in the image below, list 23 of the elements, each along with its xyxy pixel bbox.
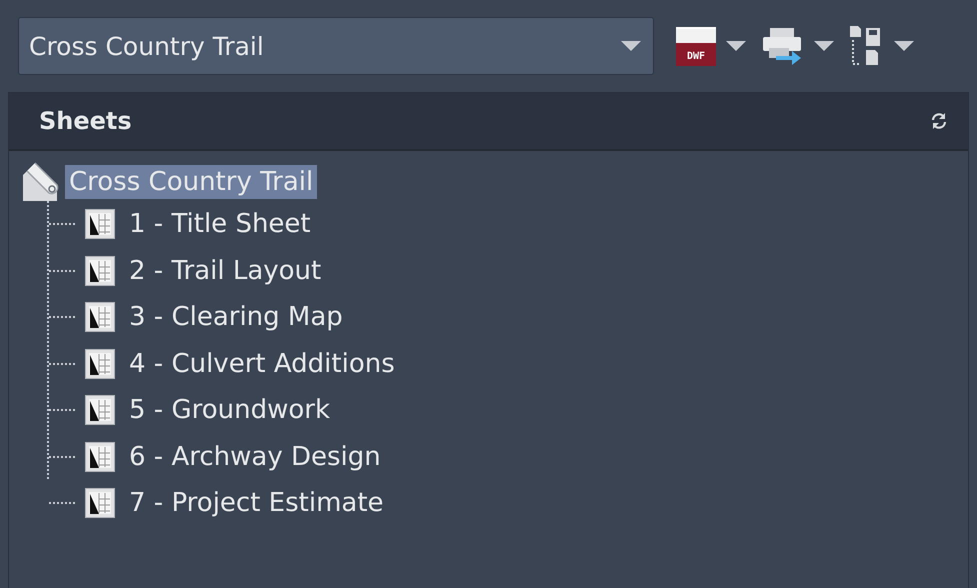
sheet-icon [85,256,115,286]
tree-node[interactable]: 1 - Title Sheet [125,207,315,242]
print-icon[interactable] [760,26,804,66]
caret-icon[interactable] [726,41,746,51]
sheet-icon [85,348,115,379]
tree-node[interactable]: 2 - Trail Layout [125,254,326,288]
tree-node[interactable]: 3 - Clearing Map [125,300,347,334]
sheet-icon [85,488,115,518]
sheet-set-dropdown[interactable]: Cross Country Trail [18,17,654,75]
tree-node[interactable]: 5 - Groundwork [125,393,334,428]
caret-icon[interactable] [814,41,834,51]
tree-node[interactable]: 4 - Culvert Additions [125,346,399,381]
sheet-icon [85,209,115,240]
sheet-icon [85,302,115,332]
caret-icon[interactable] [894,41,914,51]
sheet-icon [85,395,115,426]
caret-icon [621,41,641,51]
tree-node[interactable]: 7 - Project Estimate [125,486,388,520]
sheet-icon [85,442,115,472]
publish-dwf-button[interactable]: DWF [676,26,716,66]
tree-node[interactable]: 6 - Archway Design [125,440,385,474]
refresh-icon[interactable] [930,112,948,130]
panel-title: Sheets [39,107,132,135]
